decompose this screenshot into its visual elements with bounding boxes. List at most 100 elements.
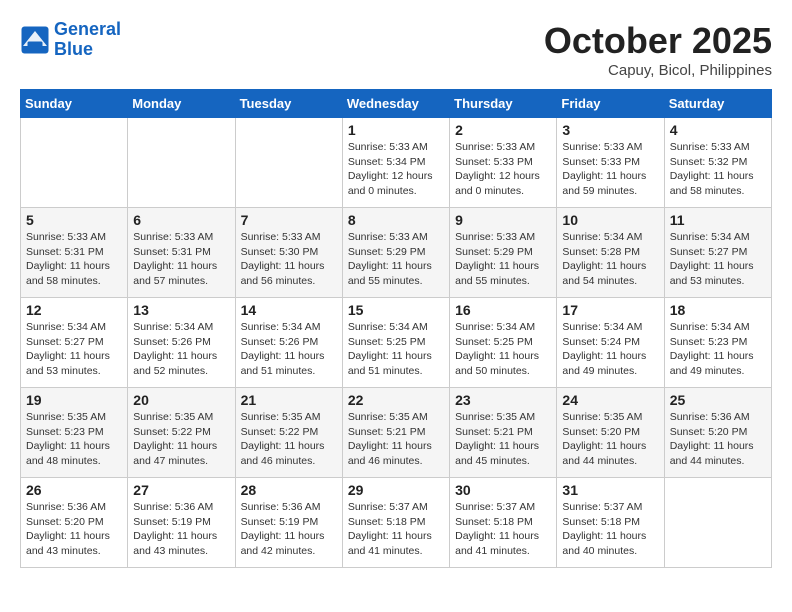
day-info: Sunrise: 5:33 AMSunset: 5:33 PMDaylight:…: [562, 140, 658, 199]
day-info: Sunrise: 5:35 AMSunset: 5:22 PMDaylight:…: [241, 410, 337, 469]
day-info: Sunrise: 5:34 AMSunset: 5:23 PMDaylight:…: [670, 320, 766, 379]
day-number: 1: [348, 122, 444, 138]
day-number: 4: [670, 122, 766, 138]
day-info: Sunrise: 5:34 AMSunset: 5:24 PMDaylight:…: [562, 320, 658, 379]
day-info: Sunrise: 5:36 AMSunset: 5:19 PMDaylight:…: [241, 500, 337, 559]
logo: General Blue: [20, 20, 121, 60]
day-number: 6: [133, 212, 229, 228]
page-header: General Blue October 2025 Capuy, Bicol, …: [20, 20, 772, 79]
day-number: 3: [562, 122, 658, 138]
week-row-4: 19Sunrise: 5:35 AMSunset: 5:23 PMDayligh…: [21, 388, 772, 478]
calendar-cell: 22Sunrise: 5:35 AMSunset: 5:21 PMDayligh…: [342, 388, 449, 478]
day-number: 7: [241, 212, 337, 228]
weekday-header-friday: Friday: [557, 90, 664, 118]
week-row-5: 26Sunrise: 5:36 AMSunset: 5:20 PMDayligh…: [21, 478, 772, 568]
day-info: Sunrise: 5:34 AMSunset: 5:27 PMDaylight:…: [670, 230, 766, 289]
calendar-cell: 10 Sunrise: 5:34 AMSunset: 5:28 PMDayligh…: [557, 208, 664, 298]
week-row-3: 12 Sunrise: 5:34 AMSunset: 5:27 PMDayligh…: [21, 298, 772, 388]
calendar-cell: 24 Sunrise: 5:35 AMSunset: 5:20 PMDayligh…: [557, 388, 664, 478]
month-title: October 2025: [544, 20, 772, 62]
calendar-cell: 18 Sunrise: 5:34 AMSunset: 5:23 PMDayligh…: [664, 298, 771, 388]
day-info: Sunrise: 5:37 AMSunset: 5:18 PMDaylight:…: [455, 500, 551, 559]
day-number: 8: [348, 212, 444, 228]
calendar-cell: 7 Sunrise: 5:33 AMSunset: 5:30 PMDaylight…: [235, 208, 342, 298]
day-number: 15: [348, 302, 444, 318]
day-number: 5: [26, 212, 122, 228]
location: Capuy, Bicol, Philippines: [544, 62, 772, 79]
calendar-cell: 27 Sunrise: 5:36 AMSunset: 5:19 PMDayligh…: [128, 478, 235, 568]
day-info: Sunrise: 5:37 AMSunset: 5:18 PMDaylight:…: [348, 500, 444, 559]
calendar-cell: 29 Sunrise: 5:37 AMSunset: 5:18 PMDayligh…: [342, 478, 449, 568]
day-info: Sunrise: 5:33 AMSunset: 5:34 PMDaylight:…: [348, 140, 444, 199]
calendar-cell: 8Sunrise: 5:33 AMSunset: 5:29 PMDaylight…: [342, 208, 449, 298]
day-info: Sunrise: 5:35 AMSunset: 5:21 PMDaylight:…: [455, 410, 551, 469]
calendar-cell: 11 Sunrise: 5:34 AMSunset: 5:27 PMDayligh…: [664, 208, 771, 298]
weekday-header-sunday: Sunday: [21, 90, 128, 118]
day-number: 27: [133, 482, 229, 498]
day-number: 18: [670, 302, 766, 318]
day-info: Sunrise: 5:34 AMSunset: 5:26 PMDaylight:…: [241, 320, 337, 379]
day-number: 31: [562, 482, 658, 498]
calendar-cell: 13Sunrise: 5:34 AMSunset: 5:26 PMDayligh…: [128, 298, 235, 388]
week-row-2: 5Sunrise: 5:33 AMSunset: 5:31 PMDaylight…: [21, 208, 772, 298]
calendar-cell: 23 Sunrise: 5:35 AMSunset: 5:21 PMDayligh…: [450, 388, 557, 478]
calendar-cell: 28 Sunrise: 5:36 AMSunset: 5:19 PMDayligh…: [235, 478, 342, 568]
day-info: Sunrise: 5:33 AMSunset: 5:30 PMDaylight:…: [241, 230, 337, 289]
day-number: 11: [670, 212, 766, 228]
day-info: Sunrise: 5:35 AMSunset: 5:22 PMDaylight:…: [133, 410, 229, 469]
day-info: Sunrise: 5:34 AMSunset: 5:27 PMDaylight:…: [26, 320, 122, 379]
day-info: Sunrise: 5:34 AMSunset: 5:28 PMDaylight:…: [562, 230, 658, 289]
calendar-cell: 3 Sunrise: 5:33 AMSunset: 5:33 PMDaylight…: [557, 118, 664, 208]
weekday-header-thursday: Thursday: [450, 90, 557, 118]
day-number: 10: [562, 212, 658, 228]
calendar-cell: 21 Sunrise: 5:35 AMSunset: 5:22 PMDayligh…: [235, 388, 342, 478]
logo-text: General Blue: [54, 20, 121, 60]
day-number: 19: [26, 392, 122, 408]
day-info: Sunrise: 5:35 AMSunset: 5:21 PMDaylight:…: [348, 410, 444, 469]
day-number: 24: [562, 392, 658, 408]
day-number: 30: [455, 482, 551, 498]
calendar-cell: 6Sunrise: 5:33 AMSunset: 5:31 PMDaylight…: [128, 208, 235, 298]
day-info: Sunrise: 5:34 AMSunset: 5:25 PMDaylight:…: [348, 320, 444, 379]
day-info: Sunrise: 5:35 AMSunset: 5:20 PMDaylight:…: [562, 410, 658, 469]
calendar-cell: 16Sunrise: 5:34 AMSunset: 5:25 PMDayligh…: [450, 298, 557, 388]
calendar-cell: 12 Sunrise: 5:34 AMSunset: 5:27 PMDayligh…: [21, 298, 128, 388]
day-info: Sunrise: 5:33 AMSunset: 5:32 PMDaylight:…: [670, 140, 766, 199]
calendar-cell: 30 Sunrise: 5:37 AMSunset: 5:18 PMDayligh…: [450, 478, 557, 568]
calendar-cell: 20 Sunrise: 5:35 AMSunset: 5:22 PMDayligh…: [128, 388, 235, 478]
calendar: SundayMondayTuesdayWednesdayThursdayFrid…: [20, 89, 772, 568]
day-number: 29: [348, 482, 444, 498]
day-info: Sunrise: 5:33 AMSunset: 5:33 PMDaylight:…: [455, 140, 551, 199]
calendar-cell: 1 Sunrise: 5:33 AMSunset: 5:34 PMDaylight…: [342, 118, 449, 208]
weekday-header-tuesday: Tuesday: [235, 90, 342, 118]
day-number: 17: [562, 302, 658, 318]
calendar-cell: 17 Sunrise: 5:34 AMSunset: 5:24 PMDayligh…: [557, 298, 664, 388]
day-info: Sunrise: 5:36 AMSunset: 5:20 PMDaylight:…: [26, 500, 122, 559]
calendar-cell: 15 Sunrise: 5:34 AMSunset: 5:25 PMDayligh…: [342, 298, 449, 388]
calendar-cell: 9 Sunrise: 5:33 AMSunset: 5:29 PMDaylight…: [450, 208, 557, 298]
calendar-cell: 2 Sunrise: 5:33 AMSunset: 5:33 PMDaylight…: [450, 118, 557, 208]
weekday-header-monday: Monday: [128, 90, 235, 118]
day-number: 28: [241, 482, 337, 498]
calendar-cell: [21, 118, 128, 208]
calendar-cell: 31 Sunrise: 5:37 AMSunset: 5:18 PMDayligh…: [557, 478, 664, 568]
day-info: Sunrise: 5:34 AMSunset: 5:25 PMDaylight:…: [455, 320, 551, 379]
day-number: 25: [670, 392, 766, 408]
day-number: 21: [241, 392, 337, 408]
day-number: 12: [26, 302, 122, 318]
day-info: Sunrise: 5:33 AMSunset: 5:29 PMDaylight:…: [455, 230, 551, 289]
day-number: 20: [133, 392, 229, 408]
day-number: 13: [133, 302, 229, 318]
calendar-cell: 5Sunrise: 5:33 AMSunset: 5:31 PMDaylight…: [21, 208, 128, 298]
weekday-header-row: SundayMondayTuesdayWednesdayThursdayFrid…: [21, 90, 772, 118]
day-info: Sunrise: 5:37 AMSunset: 5:18 PMDaylight:…: [562, 500, 658, 559]
weekday-header-saturday: Saturday: [664, 90, 771, 118]
logo-icon: [20, 25, 50, 55]
calendar-cell: 25Sunrise: 5:36 AMSunset: 5:20 PMDayligh…: [664, 388, 771, 478]
calendar-cell: 14Sunrise: 5:34 AMSunset: 5:26 PMDayligh…: [235, 298, 342, 388]
day-number: 23: [455, 392, 551, 408]
day-info: Sunrise: 5:36 AMSunset: 5:19 PMDaylight:…: [133, 500, 229, 559]
calendar-cell: [664, 478, 771, 568]
day-number: 2: [455, 122, 551, 138]
day-number: 9: [455, 212, 551, 228]
